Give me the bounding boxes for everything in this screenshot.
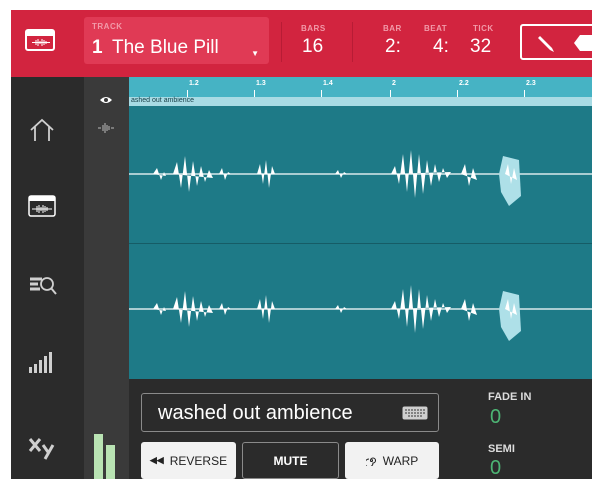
rewind-icon: ◀◀ [149, 455, 164, 465]
track-strip [84, 77, 129, 479]
tick-label: TICK [473, 24, 494, 33]
xy-icon[interactable] [28, 435, 56, 461]
level-meter-right [106, 445, 115, 479]
ruler-tick [524, 90, 525, 97]
ruler-tick [457, 90, 458, 97]
track-edit-icon[interactable] [28, 195, 56, 217]
semi-value[interactable]: 0 [490, 457, 501, 479]
eraser-icon[interactable] [572, 32, 592, 54]
ruler-tick [254, 90, 255, 97]
waveform-editor[interactable]: 1.2 1.3 1.4 2 2.2 2.3 ashed out ambience [129, 77, 592, 379]
beat-label: BEAT [424, 24, 448, 33]
mute-button[interactable]: MUTE [242, 442, 339, 479]
bars-label: BARS [301, 24, 326, 33]
app-window: TRACK 1 The Blue Pill ▼ BARS 16 BAR 2: B… [11, 10, 592, 479]
track-selector[interactable]: TRACK 1 The Blue Pill ▼ [84, 17, 269, 64]
track-name: The Blue Pill [112, 37, 219, 58]
semi-label: SEMI [488, 443, 515, 455]
bars-value[interactable]: 16 [302, 36, 323, 58]
ruler-tick-label: 1.3 [256, 80, 266, 87]
levels-icon[interactable] [28, 349, 56, 375]
timeline-ruler[interactable]: 1.2 1.3 1.4 2 2.2 2.3 [129, 77, 592, 97]
region-name: ashed out ambience [131, 97, 195, 104]
pencil-icon[interactable] [536, 32, 558, 54]
keyboard-icon[interactable] [402, 406, 428, 420]
ruler-tick-label: 2.3 [526, 80, 536, 87]
sample-name: washed out ambience [158, 402, 353, 424]
track-edit-button[interactable] [25, 29, 55, 51]
sidebar [11, 77, 84, 479]
ruler-tick-label: 2 [392, 80, 396, 87]
divider [281, 22, 282, 62]
eye-icon[interactable] [99, 95, 113, 105]
header-bar: TRACK 1 The Blue Pill ▼ BARS 16 BAR 2: B… [11, 10, 592, 77]
fade-in-value[interactable]: 0 [490, 406, 501, 429]
warp-button[interactable]: WARP [345, 442, 439, 479]
chevron-down-icon: ▼ [251, 49, 259, 58]
reverse-button[interactable]: ◀◀ REVERSE [141, 442, 236, 479]
browse-icon[interactable] [28, 273, 58, 297]
beat-value[interactable]: 4: [433, 36, 449, 58]
bar-label: BAR [383, 24, 402, 33]
waveform-icon[interactable] [97, 123, 115, 133]
fade-in-label: FADE IN [488, 391, 532, 403]
bar-value[interactable]: 2: [385, 36, 401, 58]
spiral-icon [365, 457, 376, 466]
divider [352, 22, 353, 62]
sample-panel: washed out ambience ◀◀ REVERSE MUTE WARP… [129, 379, 592, 479]
mute-label: MUTE [273, 453, 308, 468]
tick-value[interactable]: 32 [470, 36, 491, 58]
track-number: 1 [92, 37, 103, 58]
track-label: TRACK [92, 22, 123, 31]
region-bar[interactable]: ashed out ambience [129, 97, 592, 106]
home-icon[interactable] [28, 117, 56, 143]
warp-label: WARP [382, 453, 419, 468]
ruler-tick-label: 1.4 [323, 80, 333, 87]
edit-tools [520, 24, 592, 60]
level-meter-left [94, 434, 103, 479]
ruler-tick-label: 2.2 [459, 80, 469, 87]
ruler-tick [390, 90, 391, 97]
waveform-icon [32, 39, 50, 46]
ruler-tick-label: 1.2 [189, 80, 199, 87]
ruler-tick [321, 90, 322, 97]
reverse-label: REVERSE [169, 453, 228, 468]
sample-name-field[interactable]: washed out ambience [141, 393, 439, 432]
channel-divider [129, 243, 592, 244]
ruler-tick [187, 90, 188, 97]
